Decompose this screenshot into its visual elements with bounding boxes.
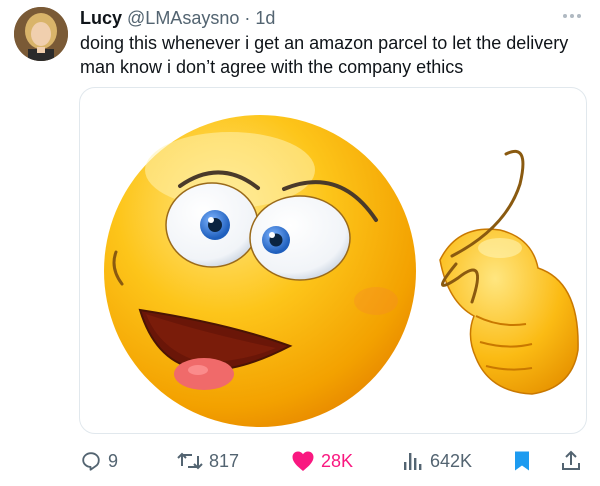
like-count: 28K [321,450,354,471]
tweet-media[interactable] [79,87,587,434]
retweet-count: 817 [209,450,240,471]
author-name[interactable]: Lucy [80,8,122,28]
reply-icon [82,452,100,471]
hand-graphic [439,228,579,395]
author-handle[interactable]: @LMAsaysno [127,8,239,28]
tweet-actions: 9 817 28K 642K [80,444,590,478]
timestamp[interactable]: 1d [255,8,275,28]
bookmark-icon [515,451,529,471]
retweet-button[interactable]: 817 [177,444,239,478]
views-button[interactable]: 642K [402,444,472,478]
avatar[interactable] [14,7,68,61]
reply-button[interactable]: 9 [80,444,118,478]
more-button[interactable] [558,4,586,28]
meta-separator: · [239,8,256,28]
avatar-photo [14,7,68,61]
reply-count: 9 [108,450,119,471]
share-button[interactable] [560,444,582,478]
bookmark-button[interactable] [512,444,532,478]
views-count: 642K [430,450,473,471]
heart-icon [292,451,314,471]
views-icon [404,453,422,470]
retweet-icon [177,452,203,470]
like-button[interactable]: 28K [291,444,353,478]
share-icon [562,450,580,470]
crazy-emoji-image [104,115,579,427]
tweet-header: Lucy @LMAsaysno · 1d [80,6,275,30]
more-icon [563,14,581,18]
tweet-text: doing this whenever i get an amazon parc… [80,33,569,77]
